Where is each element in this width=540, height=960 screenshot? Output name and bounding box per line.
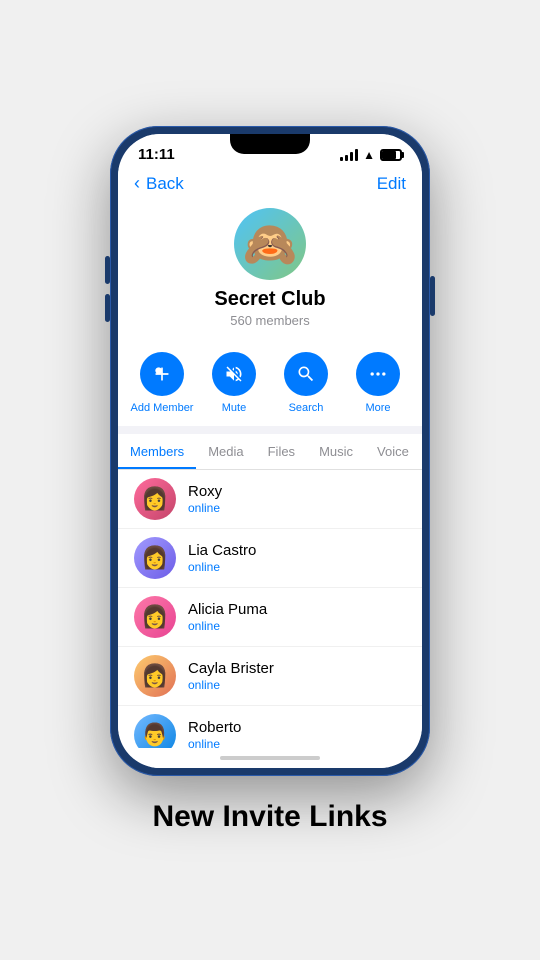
back-label: Back [146,174,184,194]
tab-voice[interactable]: Voice [365,434,421,469]
action-buttons: Add Member Mute Search [118,340,422,426]
member-name: Cayla Brister [188,660,406,677]
tab-links[interactable]: Lin… [421,434,422,469]
search-icon [284,352,328,396]
vol-down-button [105,294,110,322]
status-time: 11:11 [138,146,175,163]
member-name: Lia Castro [188,542,406,559]
members-count: 560 members [230,313,309,328]
home-indicator [118,748,422,768]
chevron-left-icon: ‹ [134,173,140,194]
add-member-icon [140,352,184,396]
profile-section: 🙈 Secret Club 560 members [118,200,422,340]
tab-media[interactable]: Media [196,434,255,469]
mute-icon [212,352,256,396]
list-item[interactable]: 👩 Cayla Brister online [118,647,422,706]
member-status: online [188,501,406,515]
nav-bar: ‹ Back Edit [118,167,422,200]
add-member-label: Add Member [131,402,194,414]
phone-frame: 11:11 ▲ ‹ Back [110,126,430,776]
tab-files[interactable]: Files [256,434,307,469]
home-bar [220,756,320,760]
add-member-button[interactable]: Add Member [130,352,194,414]
member-status: online [188,560,406,574]
more-icon [356,352,400,396]
notch [210,134,330,162]
more-button[interactable]: More [346,352,410,414]
search-button[interactable]: Search [274,352,338,414]
member-status: online [188,619,406,633]
avatar: 👩 [134,596,176,638]
mute-button[interactable]: Mute [202,352,266,414]
list-item[interactable]: 👨 Roberto online [118,706,422,748]
tab-members[interactable]: Members [118,434,196,469]
tabs: Members Media Files Music Voice Lin… [118,434,422,470]
member-name: Alicia Puma [188,601,406,618]
page-title: New Invite Links [152,800,387,834]
list-item[interactable]: 👩 Alicia Puma online [118,588,422,647]
edit-button[interactable]: Edit [377,174,406,194]
divider [118,426,422,434]
search-label: Search [289,402,324,414]
mute-label: Mute [222,402,246,414]
group-name: Secret Club [214,288,325,311]
avatar: 👩 [134,537,176,579]
power-button [430,276,435,316]
members-list: 👩 Roxy online 👩 Lia Castro online 👩 Alic… [118,470,422,748]
group-avatar: 🙈 [234,208,306,280]
avatar: 👨 [134,714,176,748]
member-name: Roberto [188,719,406,736]
member-name: Roxy [188,483,406,500]
status-icons: ▲ [340,148,402,162]
tab-music[interactable]: Music [307,434,365,469]
group-emoji: 🙈 [243,218,298,270]
member-status: online [188,737,406,748]
back-button[interactable]: ‹ Back [134,173,184,194]
vol-up-button [105,256,110,284]
list-item[interactable]: 👩 Lia Castro online [118,529,422,588]
phone-screen: 11:11 ▲ ‹ Back [118,134,422,768]
more-label: More [365,402,390,414]
battery-icon [380,149,402,161]
avatar: 👩 [134,655,176,697]
member-status: online [188,678,406,692]
list-item[interactable]: 👩 Roxy online [118,470,422,529]
signal-icon [340,149,358,161]
wifi-icon: ▲ [363,148,375,162]
avatar: 👩 [134,478,176,520]
